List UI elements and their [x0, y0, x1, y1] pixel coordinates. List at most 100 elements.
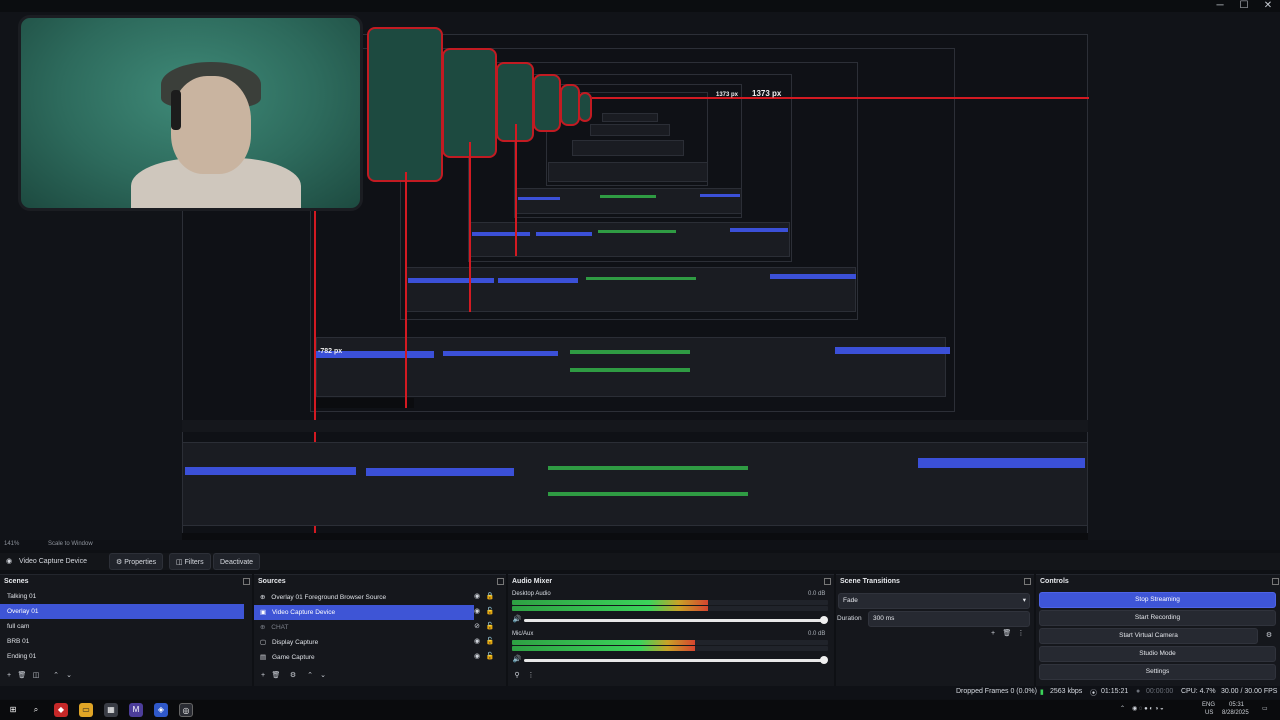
gear-icon[interactable]: ⚙	[288, 671, 298, 681]
eye-icon[interactable]: ◉	[472, 592, 482, 602]
status-bar: Dropped Frames 0 (0.0%) ▮ 2563 kbps ⦿ 01…	[0, 686, 1280, 699]
trash-icon[interactable]: 🗑	[1002, 629, 1012, 639]
undock-icon[interactable]	[1272, 578, 1279, 585]
shield-icon[interactable]: ◈	[154, 703, 168, 717]
undock-icon[interactable]	[824, 578, 831, 585]
volume-knob[interactable]	[820, 656, 828, 664]
language[interactable]: ENG	[1202, 702, 1215, 708]
minimize-button[interactable]: ─	[1209, 0, 1231, 12]
source-label: CHAT	[271, 624, 289, 631]
inner-source-highlight	[366, 468, 514, 476]
m-app-icon[interactable]: M	[129, 703, 143, 717]
arrow-up-icon[interactable]: ⌃	[305, 671, 315, 681]
undock-icon[interactable]	[1024, 578, 1031, 585]
mini-docks-level-5	[548, 162, 708, 182]
scene-item[interactable]: Talking 01	[0, 589, 244, 604]
filter-icon[interactable]: ◫	[31, 671, 41, 681]
mini-stop-stream-2	[770, 274, 856, 279]
settings-button[interactable]: Settings	[1039, 664, 1276, 680]
guide-line-vertical-3	[469, 142, 471, 312]
source-item[interactable]: ▤ Game Capture	[254, 650, 498, 665]
add-icon[interactable]: +	[258, 671, 268, 681]
trash-icon[interactable]: 🗑	[271, 671, 281, 681]
tray-icons[interactable]: ◉ ◌ ● ◐ ◑ ◒	[1132, 705, 1164, 712]
chevron-up-icon[interactable]: ⌃	[1120, 705, 1125, 712]
scene-item[interactable]: Ending 01	[0, 649, 244, 664]
app-icon[interactable]: ▦	[104, 703, 118, 717]
obs-icon[interactable]: ◎	[179, 703, 193, 717]
volume-meter-fill	[512, 640, 696, 645]
speaker-icon[interactable]: 🔊	[512, 615, 522, 625]
properties-button[interactable]: ⚙ Properties	[109, 553, 164, 570]
source-item[interactable]: ⊕ Overlay 01 Foreground Browser Source	[254, 590, 498, 605]
more-icon[interactable]: ⋮	[1016, 629, 1026, 639]
webcam-subject-head	[171, 76, 251, 174]
brave-browser-icon[interactable]: ◆	[54, 703, 68, 717]
close-button[interactable]: ✕	[1257, 0, 1279, 12]
duration-input[interactable]: 300 ms	[868, 611, 1030, 627]
arrow-down-icon[interactable]: ⌄	[318, 671, 328, 681]
search-icon[interactable]: ⌕	[29, 703, 43, 717]
maximize-button[interactable]: ☐	[1233, 0, 1255, 12]
eye-icon[interactable]: ◉	[472, 652, 482, 662]
guide-line-horizontal	[592, 97, 1089, 99]
studio-mode-button[interactable]: Studio Mode	[1039, 646, 1276, 662]
trash-icon[interactable]: 🗑	[17, 671, 27, 681]
duration-value: 300 ms	[873, 615, 895, 622]
add-icon[interactable]: +	[4, 671, 14, 681]
volume-slider[interactable]	[524, 619, 824, 622]
notification-icon[interactable]: ▭	[1262, 705, 1268, 712]
gear-icon[interactable]: ⚙	[1264, 631, 1274, 641]
volume-knob[interactable]	[820, 616, 828, 624]
more-icon[interactable]: ⋮	[526, 671, 536, 681]
scene-item-selected[interactable]: Overlay 01	[0, 604, 244, 619]
stop-streaming-button[interactable]: Stop Streaming	[1039, 592, 1276, 608]
scenes-dock: Scenes Talking 01 Overlay 01 full cam BR…	[0, 574, 252, 686]
clock-time[interactable]: 05:31	[1229, 702, 1244, 708]
measure-label-vertical: -782 px	[318, 348, 343, 355]
scene-item[interactable]: BRB 01	[0, 634, 244, 649]
lock-icon[interactable]: 🔓	[485, 607, 495, 617]
display-icon: ▢	[260, 639, 267, 646]
mini-docks-level-6	[572, 140, 684, 156]
add-icon[interactable]: +	[988, 629, 998, 639]
scale-mode[interactable]: Scale to Window	[48, 541, 93, 547]
zoom-level[interactable]: 141%	[4, 541, 19, 547]
windows-start-icon[interactable]: ⊞	[6, 703, 20, 717]
scene-item[interactable]: full cam	[0, 619, 244, 634]
start-virtual-camera-button[interactable]: Start Virtual Camera	[1039, 628, 1258, 644]
deactivate-button[interactable]: Deactivate	[213, 553, 261, 570]
eye-icon[interactable]: ◉	[472, 607, 482, 617]
eye-hidden-icon[interactable]: ⊘	[472, 622, 482, 632]
source-item[interactable]: ▢ Display Capture	[254, 635, 498, 650]
source-item-hidden[interactable]: ⊕ CHAT	[254, 620, 498, 635]
channel-db: 0.0 dB	[808, 631, 826, 637]
mini-source-highlight-1	[443, 351, 558, 356]
nested-webcam-4	[533, 74, 561, 132]
filters-button[interactable]: ◫ Filters	[169, 553, 211, 570]
preview-canvas[interactable]: 1373 px 1373 px -782 px	[0, 12, 1280, 540]
eye-icon[interactable]: ◉	[472, 637, 482, 647]
volume-slider[interactable]	[524, 659, 824, 662]
transitions-title: Scene Transitions	[840, 578, 900, 585]
lock-icon[interactable]: 🔓	[485, 637, 495, 647]
transition-select[interactable]: Fade ▾	[838, 593, 1030, 609]
undock-icon[interactable]	[243, 578, 250, 585]
lock-icon[interactable]: 🔒	[485, 592, 495, 602]
inner-stop-stream	[918, 458, 1085, 468]
channel-name: Desktop Audio	[512, 591, 551, 597]
file-explorer-icon[interactable]: ▭	[79, 703, 93, 717]
arrow-down-icon[interactable]: ⌄	[64, 671, 74, 681]
filters-label: Filters	[184, 559, 204, 566]
lock-icon[interactable]: 🔓	[485, 652, 495, 662]
scene-transitions-dock: Scene Transitions Fade ▾ Duration 300 ms…	[836, 574, 1034, 686]
undock-icon[interactable]	[497, 578, 504, 585]
source-item-selected[interactable]: ▣ Video Capture Device	[254, 605, 474, 620]
speaker-icon[interactable]: 🔊	[512, 655, 522, 665]
fps: 30.00 / 30.00 FPS	[1221, 688, 1278, 695]
lock-icon[interactable]: 🔓	[485, 622, 495, 632]
start-recording-button[interactable]: Start Recording	[1039, 610, 1276, 626]
link-icon[interactable]: ⚲	[512, 671, 522, 681]
webcam-feed	[18, 15, 363, 211]
arrow-up-icon[interactable]: ⌃	[51, 671, 61, 681]
